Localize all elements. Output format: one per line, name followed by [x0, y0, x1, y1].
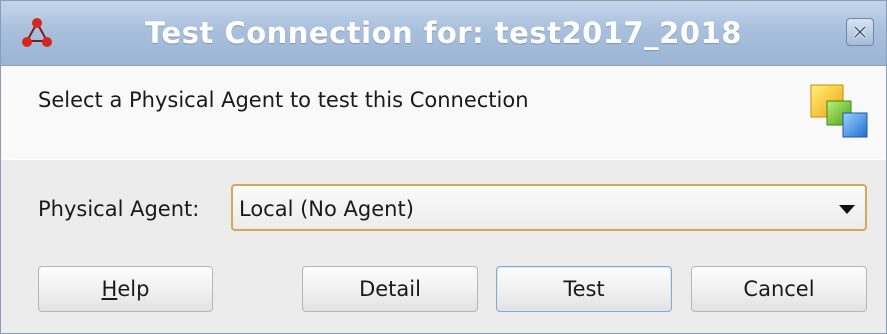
header-separator [1, 159, 886, 160]
stacked-squares-icon [810, 84, 868, 138]
dialog-header: Select a Physical Agent to test this Con… [1, 66, 886, 160]
header-instruction: Select a Physical Agent to test this Con… [38, 88, 529, 112]
detail-button[interactable]: Detail [302, 266, 478, 312]
close-button[interactable] [846, 18, 874, 46]
test-button[interactable]: Test [496, 266, 672, 312]
chevron-down-icon [839, 205, 855, 214]
help-button[interactable]: Help [38, 266, 213, 312]
physical-agent-select[interactable]: Local (No Agent) [231, 184, 867, 231]
cancel-button[interactable]: Cancel [691, 266, 867, 312]
title-bar[interactable]: Test Connection for: test2017_2018 [1, 1, 886, 66]
help-label-rest: elp [117, 277, 150, 301]
help-mnemonic: H [101, 277, 118, 301]
physical-agent-value: Local (No Agent) [239, 197, 414, 221]
dialog-title: Test Connection for: test2017_2018 [145, 16, 742, 50]
close-icon [853, 25, 867, 39]
physical-agent-label: Physical Agent: [38, 197, 200, 221]
test-connection-dialog: Test Connection for: test2017_2018 Selec… [0, 0, 887, 334]
